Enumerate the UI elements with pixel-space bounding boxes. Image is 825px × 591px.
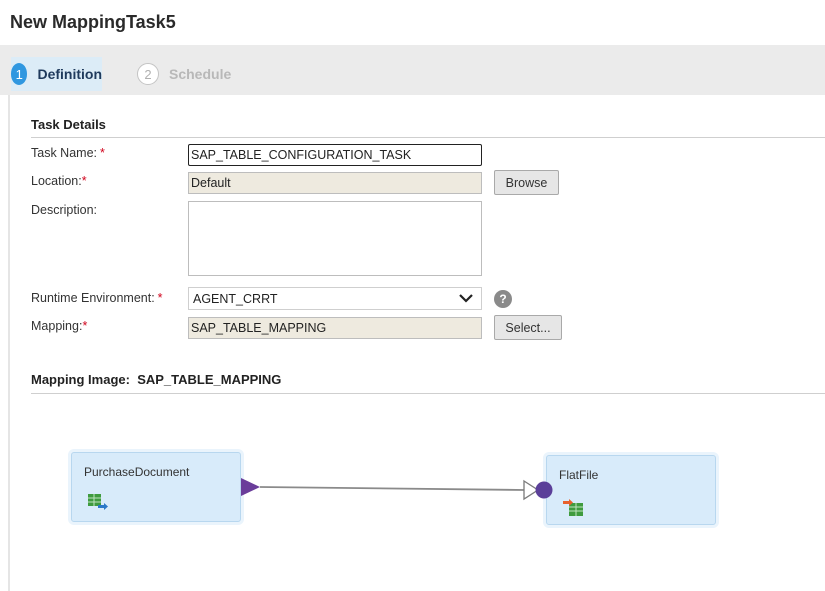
output-port-icon <box>241 478 260 496</box>
mapping-link <box>241 478 553 501</box>
input-port-icon <box>535 481 553 499</box>
link-line <box>259 486 525 491</box>
